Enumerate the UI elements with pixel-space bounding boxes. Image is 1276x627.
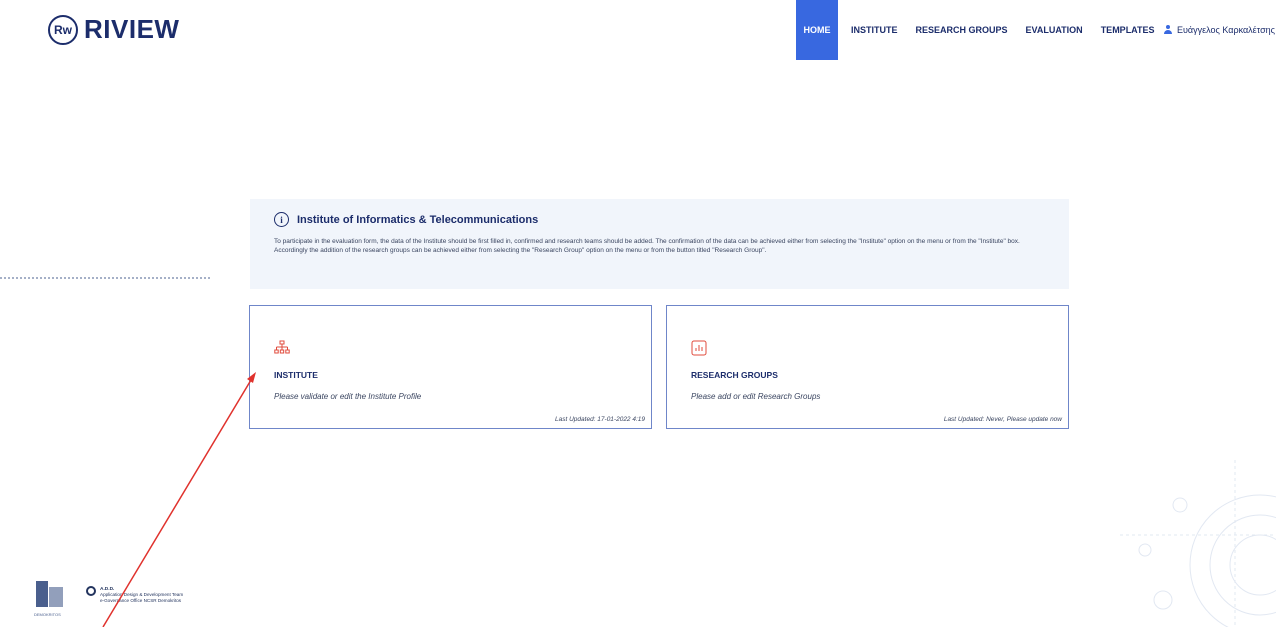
sitemap-icon — [274, 340, 290, 354]
card-title: INSTITUTE — [274, 370, 318, 380]
card-description: Please add or edit Research Groups — [691, 392, 821, 401]
card-title: RESEARCH GROUPS — [691, 370, 778, 380]
info-text: To participate in the evaluation form, t… — [274, 238, 1020, 254]
chart-icon — [691, 340, 707, 356]
decorative-dotted-line — [0, 277, 210, 279]
nav-research-groups[interactable]: RESEARCH GROUPS — [907, 0, 1017, 60]
add-title: A.D.D. — [100, 587, 115, 592]
decorative-pattern — [1120, 460, 1276, 627]
add-line2: e-Governance Office NCSR Demokritos — [100, 597, 182, 603]
add-line1: Application Design & Development Team — [100, 592, 184, 598]
nav-templates[interactable]: TEMPLATES — [1092, 0, 1164, 60]
info-header: i Institute of Informatics & Telecommuni… — [274, 212, 1045, 227]
user-icon — [1164, 25, 1172, 34]
riview-logo[interactable]: Rw RIVIEW — [48, 14, 179, 45]
institute-info-box: i Institute of Informatics & Telecommuni… — [250, 199, 1069, 289]
logo-text: RIVIEW — [84, 14, 180, 44]
nav-evaluation[interactable]: EVALUATION — [1017, 0, 1092, 60]
institute-card[interactable]: INSTITUTE Please validate or edit the In… — [249, 305, 652, 429]
info-icon: i — [274, 212, 289, 227]
research-groups-card[interactable]: RESEARCH GROUPS Please add or edit Resea… — [666, 305, 1069, 429]
card-last-updated: Last Updated: Never, Please update now — [943, 416, 1062, 423]
nav-institute[interactable]: INSTITUTE — [842, 0, 907, 60]
card-last-updated: Last Updated: 17-01-2022 4:19 — [555, 416, 645, 423]
card-description: Please validate or edit the Institute Pr… — [274, 392, 422, 401]
main-nav: HOME INSTITUTE RESEARCH GROUPS EVALUATIO… — [796, 0, 1164, 60]
nav-home[interactable]: HOME — [796, 0, 838, 60]
user-name: Ευάγγελος Καρκαλέτσης — [1177, 24, 1275, 35]
demokritos-logo: DEMOKRITOS — [34, 579, 66, 617]
info-title: Institute of Informatics & Telecommunica… — [297, 213, 539, 226]
logo-badge: Rw — [48, 14, 78, 45]
user-menu[interactable]: Ευάγγελος Καρκαλέτσης ⌄ — [1164, 24, 1276, 35]
add-logo-icon — [86, 586, 96, 608]
demokritos-label: DEMOKRITOS — [34, 612, 61, 617]
add-team-logo: A.D.D. Application Design & Development … — [86, 586, 183, 608]
